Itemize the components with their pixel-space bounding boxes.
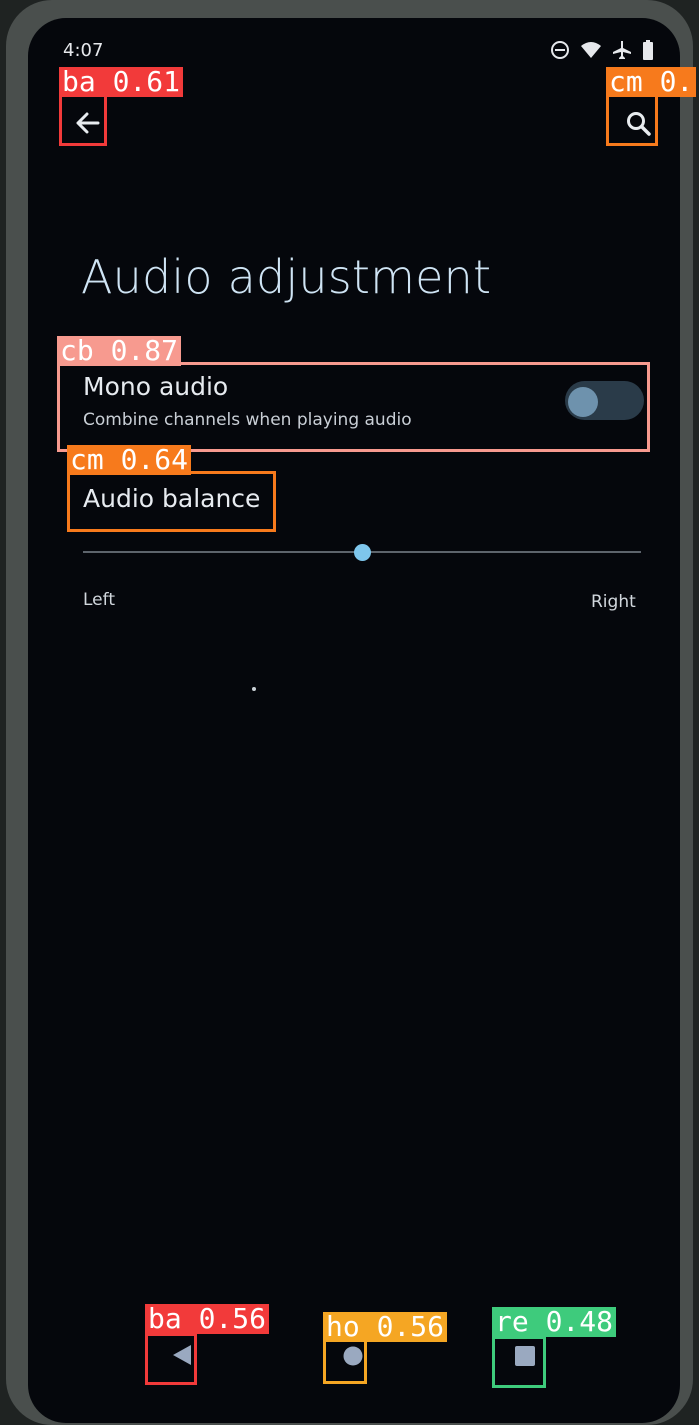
screen-dust-dot <box>252 687 256 691</box>
airplane-icon <box>613 41 631 59</box>
detection-box-back <box>59 94 107 146</box>
detection-box-nav-back <box>145 1333 197 1385</box>
detection-label-nav-recents: re 0.48 <box>492 1307 617 1337</box>
detection-box-search <box>606 94 658 146</box>
slider-thumb[interactable] <box>353 544 371 561</box>
detection-label-audio-balance: cm 0.64 <box>67 445 192 475</box>
detection-box-audio-balance <box>67 471 276 532</box>
detection-label-search: cm 0. <box>606 67 697 97</box>
balance-left-label: Left <box>83 590 115 610</box>
detection-label-back: ba 0.61 <box>59 67 184 97</box>
detection-label-mono-audio: cb 0.87 <box>57 336 182 366</box>
detection-box-nav-home <box>323 1338 367 1384</box>
battery-icon <box>643 40 653 60</box>
status-time: 4:07 <box>63 40 104 61</box>
page-title: Audio adjustment <box>81 250 492 304</box>
detection-label-nav-home: ho 0.56 <box>323 1312 448 1342</box>
phone-frame: 4:07 Audio adjustment Mono audio Combine… <box>6 0 693 1425</box>
detection-box-mono-audio <box>57 362 650 452</box>
status-icons <box>550 40 654 60</box>
balance-right-label: Right <box>591 592 636 612</box>
wifi-icon <box>581 42 601 58</box>
screen: 4:07 Audio adjustment Mono audio Combine… <box>28 18 680 1423</box>
do-not-disturb-icon <box>551 41 569 59</box>
detection-label-nav-back: ba 0.56 <box>145 1304 270 1334</box>
detection-box-nav-recents <box>492 1336 546 1388</box>
